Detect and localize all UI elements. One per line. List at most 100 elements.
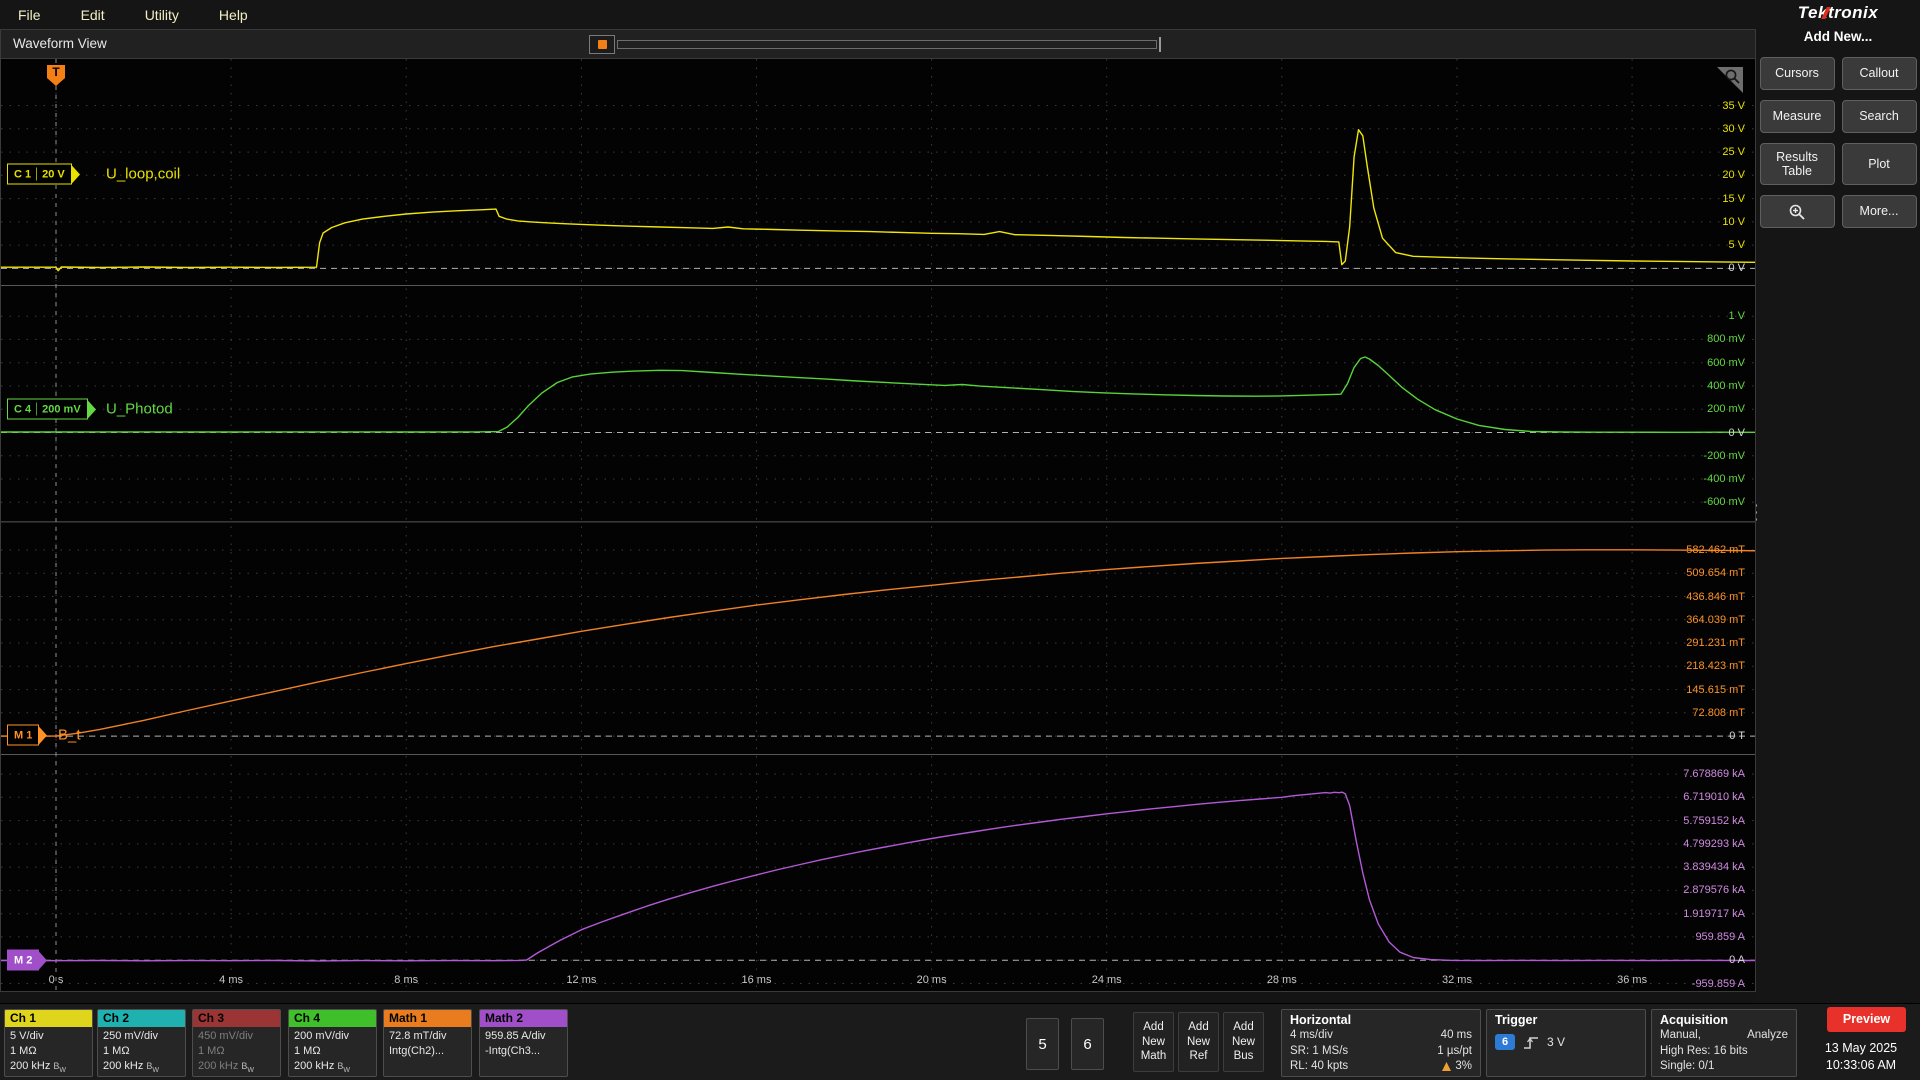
tile-line: 200 kHz BW [294,1060,350,1074]
channel-tile-ch4[interactable]: Ch 4 200 mV/div 1 MΩ 200 kHz BW [288,1009,377,1077]
y-tick-label-m1: 436.846 mT [1686,590,1745,603]
side-button-callout[interactable]: Callout [1841,57,1917,90]
zoom-magnifier-icon [1789,204,1805,220]
y-tick-label-c4: -200 mV [1703,449,1745,462]
acquisition-panel[interactable]: Acquisition Manual, Analyze High Res: 16… [1651,1009,1797,1077]
y-tick-label-c1: 15 V [1722,192,1745,205]
channel-tile-ch1[interactable]: Ch 1 5 V/div 1 MΩ 200 kHz BW [4,1009,93,1077]
y-tick-label-m2: 959.859 A [1695,930,1745,943]
y-tick-label-c1: 30 V [1722,122,1745,135]
tile-line: 5 V/div [10,1030,44,1042]
add-new-math-button[interactable]: Add New Math [1133,1012,1174,1072]
side-button-plot[interactable]: Plot [1841,143,1917,185]
menu-item-utility[interactable]: Utility [145,7,179,23]
y-tick-label-c4: 800 mV [1707,333,1745,346]
trigger-source-badge: 6 [1495,1034,1515,1050]
channel-badge-c4[interactable]: C 4 200 mV [7,398,96,420]
tile-header: Math 2 [480,1010,567,1027]
y-tick-label-c4: -600 mV [1703,496,1745,509]
badge-divider [36,402,38,416]
channel-tile-ch3[interactable]: Ch 3 450 mV/div 1 MΩ 200 kHz BW [192,1009,281,1077]
bandwidth-limit-icon: BW [241,1061,254,1074]
zoom-scrollbar[interactable] [589,34,1161,54]
side-button-zoom-magnifier[interactable] [1759,195,1835,228]
y-tick-label-m2: 2.879576 kA [1683,884,1745,897]
waveform-view-titlebar: Waveform View [1,30,1755,59]
menu-item-help[interactable]: Help [219,7,248,23]
side-button-search[interactable]: Search [1841,100,1917,133]
tile-body: 250 mV/div 1 MΩ 200 kHz BW [98,1027,185,1076]
x-tick-label: 4 ms [219,974,244,986]
waveform-plot[interactable]: T C 1 20 V U_loop,coil C 4 200 mV U_Phot… [1,59,1755,991]
channel-tile-ch2[interactable]: Ch 2 250 mV/div 1 MΩ 200 kHz BW [97,1009,186,1077]
y-tick-label-m1: 291.231 mT [1686,637,1745,649]
x-tick-label: 16 ms [741,974,772,986]
menu-item-edit[interactable]: Edit [81,7,105,23]
tile-line: 450 mV/div [198,1030,254,1042]
menu-item-file[interactable]: File [18,7,41,23]
tile-line: 1 MΩ [10,1045,37,1057]
y-tick-label-c1: 10 V [1722,215,1745,228]
tile-body: 72.8 mT/div Intg(Ch2)... [384,1027,471,1061]
math-label-m1: B_t [58,726,81,744]
badge-c4-label: C 4 [14,403,32,415]
trigger-title: Trigger [1495,1013,1538,1027]
horizontal-panel[interactable]: Horizontal 4 ms/div 40 ms SR: 1 MS/s 1 µ… [1281,1009,1481,1077]
y-tick-label-m1: 509.654 mT [1686,567,1745,580]
badge-arrow-icon [86,399,96,419]
y-tick-label-m2: 5.759152 kA [1683,814,1745,827]
math-badge-m1[interactable]: M 1 [7,724,48,746]
horizontal-title: Horizontal [1290,1013,1352,1027]
side-button-measure[interactable]: Measure [1759,100,1835,133]
channel-button-6[interactable]: 6 [1071,1018,1104,1070]
badge-arrow-icon [38,725,48,745]
x-tick-label: 20 ms [916,974,947,986]
side-button-cursors[interactable]: Cursors [1759,57,1835,90]
x-tick-label: 32 ms [1442,974,1472,986]
y-tick-label-m2: 3.839434 kA [1683,861,1745,874]
y-tick-label-c1: 0 V [1728,262,1745,275]
resolution: 1 µs/pt [1437,1044,1472,1057]
tile-body: 959.85 A/div -Intg(Ch3... [480,1027,567,1061]
x-tick-label: 36 ms [1617,974,1648,986]
menu-bar: File Edit Utility Help [0,0,1756,29]
plot-zoom-corner-button[interactable] [1716,67,1743,94]
tile-body: 450 mV/div 1 MΩ 200 kHz BW [193,1027,280,1076]
trigger-panel[interactable]: Trigger 6 3 V [1486,1009,1646,1077]
channel-label-c1: U_loop,coil [106,165,181,183]
date-label: 13 May 2025 [1824,1041,1898,1055]
y-tick-label-m2: -959.859 A [1691,977,1745,990]
badge-c1-label: C 1 [14,168,32,180]
preview-button[interactable]: Preview [1827,1007,1906,1032]
tektronix-logo: Tektronix [1756,3,1920,23]
channel-tile-math2[interactable]: Math 2 959.85 A/div -Intg(Ch3... [479,1009,568,1077]
y-tick-label-c4: 600 mV [1707,356,1745,369]
tile-line: 200 kHz BW [103,1060,159,1074]
tile-line: 959.85 A/div [485,1030,546,1042]
side-button-results-table[interactable]: Results Table [1759,143,1835,185]
tile-line: -Intg(Ch3... [485,1045,541,1057]
channel-button-5[interactable]: 5 [1026,1018,1059,1070]
horizontal-scale: 4 ms/div [1290,1029,1333,1041]
acquisition-detail: High Res: 16 bits [1660,1044,1748,1057]
trace-c4 [1,356,1755,433]
waveform-view: Waveform View T C 1 20 V U_loop,coil C 4… [0,29,1756,992]
tile-body: 200 mV/div 1 MΩ 200 kHz BW [289,1027,376,1076]
side-button-more[interactable]: More... [1841,195,1917,228]
y-tick-label-c4: 400 mV [1707,380,1745,392]
math-badge-m2[interactable]: M 2 [7,949,48,971]
add-new-bus-button[interactable]: Add New Bus [1223,1012,1264,1072]
badge-c4-scale: 200 mV [42,403,81,415]
channel-tile-math1[interactable]: Math 1 72.8 mT/div Intg(Ch2)... [383,1009,472,1077]
tile-header: Ch 2 [98,1010,185,1027]
zoom-track[interactable] [617,39,1157,49]
logo-text: Tektronix [1797,3,1879,22]
y-tick-label-c1: 35 V [1722,99,1745,112]
channel-badge-c1[interactable]: C 1 20 V [7,163,80,185]
badge-m2-label: M 2 [14,954,33,966]
add-new-ref-button[interactable]: Add New Ref [1178,1012,1219,1072]
y-tick-label-c1: 25 V [1722,146,1745,159]
zoom-handle[interactable] [589,34,615,54]
trace-m2 [1,791,1755,962]
channel-label-c4: U_Photod [106,400,173,418]
